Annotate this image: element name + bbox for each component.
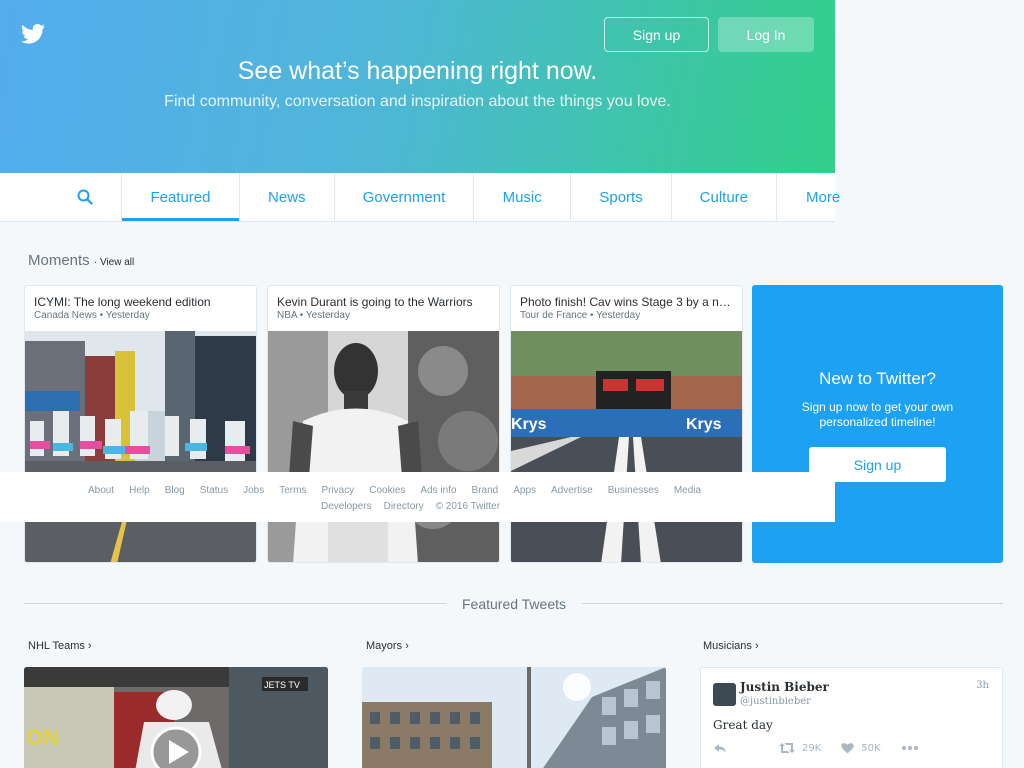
tweet-actions: 29K 50K [713, 742, 918, 754]
search-button[interactable] [0, 173, 123, 221]
tab-label: News [268, 188, 306, 206]
footer-link-help[interactable]: Help [129, 485, 150, 496]
moment-meta: NBA • Yesterday [277, 310, 350, 321]
like-count: 50K [861, 742, 881, 754]
footer-link-brand[interactable]: Brand [472, 485, 499, 496]
retweet-count: 29K [802, 742, 822, 754]
view-all-link[interactable]: · View all [94, 257, 134, 268]
tab-government[interactable]: Government [335, 173, 475, 221]
tweet-timestamp[interactable]: 3h [976, 680, 989, 691]
moment-image: Krys Krys [511, 331, 742, 562]
tab-label: Featured [150, 188, 211, 206]
tab-label: Government [362, 188, 446, 206]
tab-more[interactable]: More [777, 173, 840, 221]
footer-link-media[interactable]: Media [674, 485, 701, 496]
tweet-text: Great day [713, 718, 773, 732]
header-signup-button[interactable]: Sign up [604, 17, 709, 52]
footer-link-ads-info[interactable]: Ads info [420, 485, 456, 496]
footer-links: About Help Blog Status Jobs Terms Privac… [0, 472, 835, 522]
footer-link-blog[interactable]: Blog [165, 485, 185, 496]
footer-link-cookies[interactable]: Cookies [369, 485, 405, 496]
more-icon[interactable] [901, 746, 918, 750]
retweet-icon[interactable] [779, 742, 795, 754]
footer-link-directory[interactable]: Directory [384, 501, 424, 512]
featured-tweets-title: Featured Tweets [447, 596, 581, 612]
moments-heading: Moments · View all [28, 252, 134, 269]
promo-text: Sign up now to get your own personalized… [801, 400, 954, 429]
play-icon[interactable] [150, 726, 202, 768]
tab-culture[interactable]: Culture [672, 173, 777, 221]
reply-icon[interactable] [713, 742, 727, 754]
footer-link-businesses[interactable]: Businesses [608, 485, 659, 496]
jets-tv-badge: JETS TV [264, 680, 300, 690]
tweet-author-handle[interactable]: @justinbieber [740, 696, 811, 707]
footer-link-status[interactable]: Status [200, 485, 228, 496]
footer-link-terms[interactable]: Terms [279, 485, 306, 496]
tab-label: Culture [699, 188, 749, 206]
footer-link-developers[interactable]: Developers [321, 501, 372, 512]
moment-image [268, 331, 499, 562]
moment-title: ICYMI: The long weekend edition [34, 295, 211, 309]
tweet-card[interactable]: Justin Bieber @justinbieber 3h Great day… [700, 667, 1003, 768]
hero-banner: Sign up Log In See what’s happening righ… [0, 0, 835, 173]
footer-link-advertise[interactable]: Advertise [551, 485, 593, 496]
moment-meta: Tour de France • Yesterday [520, 310, 641, 321]
moment-image [25, 331, 256, 562]
footer-link-about[interactable]: About [88, 485, 114, 496]
hero-title: See what’s happening right now. [237, 57, 598, 85]
tab-music[interactable]: Music [474, 173, 572, 221]
promo-heading: New to Twitter? [819, 369, 936, 388]
twitter-logo-icon[interactable] [21, 24, 45, 44]
column-link-nhl-teams[interactable]: NHL Teams › [28, 640, 92, 652]
tab-label: Sports [599, 188, 643, 206]
moment-title: Photo finish! Cav wins Stage 3 by a nose [520, 295, 733, 309]
footer-link-privacy[interactable]: Privacy [321, 485, 354, 496]
tab-news[interactable]: News [240, 173, 335, 221]
header-login-button[interactable]: Log In [718, 17, 814, 52]
moments-title: Moments [28, 252, 90, 269]
avatar[interactable] [713, 683, 736, 706]
banner-text: Krys [511, 416, 547, 433]
svg-text:ON: ON [26, 725, 59, 750]
nhl-video-tile[interactable]: ON JETS TV [24, 667, 328, 768]
moment-meta: Canada News • Yesterday [34, 310, 150, 321]
tab-featured[interactable]: Featured [122, 173, 240, 221]
moment-title: Kevin Durant is going to the Warriors [277, 295, 473, 309]
footer-link-jobs[interactable]: Jobs [243, 485, 264, 496]
tab-label: More [805, 188, 841, 206]
search-icon [77, 189, 93, 205]
tweet-author-name[interactable]: Justin Bieber [740, 680, 829, 694]
footer-copyright: © 2016 Twitter [435, 501, 501, 512]
tab-label: Music [502, 188, 542, 206]
banner-text: Krys [686, 416, 722, 433]
footer-link-apps[interactable]: Apps [513, 485, 536, 496]
mayors-photo-tile[interactable] [362, 667, 666, 768]
hero-subtitle: Find community, conversation and inspira… [164, 93, 671, 110]
topic-nav: Featured News Government Music Sports Cu… [0, 173, 840, 222]
tab-sports[interactable]: Sports [571, 173, 672, 221]
column-link-mayors[interactable]: Mayors › [366, 640, 409, 652]
column-link-musicians[interactable]: Musicians › [703, 640, 759, 652]
heart-icon[interactable] [841, 742, 854, 754]
featured-tweets-heading: Featured Tweets [0, 596, 1024, 612]
